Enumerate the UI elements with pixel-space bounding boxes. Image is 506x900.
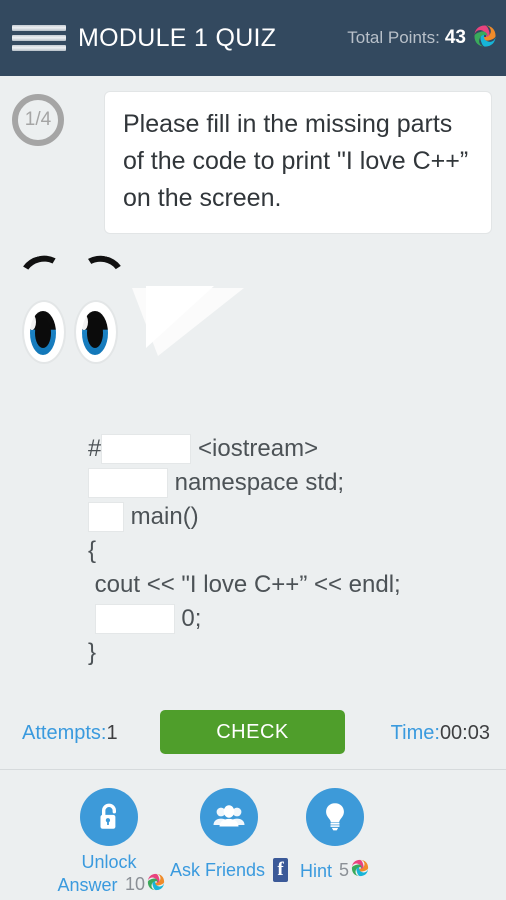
hamburger-bar [12, 25, 66, 31]
code-line-cout: cout << "I love C++” << endl; [88, 568, 488, 602]
page-title: MODULE 1 QUIZ [78, 23, 277, 52]
code-line-include: # <iostream> [88, 432, 488, 466]
code-line-main: main() [88, 500, 488, 534]
attempts-label: Attempts: [22, 722, 107, 744]
unlock-answer-label-line2: Answer [57, 874, 118, 895]
unlock-answer-action[interactable]: Unlock Answer 10 [52, 788, 166, 895]
code-editor: # <iostream> namespace std; main() { cou… [88, 432, 488, 670]
attempts-value: 1 [106, 722, 118, 744]
lightbulb-icon[interactable] [306, 788, 364, 846]
hamburger-bar [12, 45, 66, 51]
app-header: MODULE 1 QUIZ Total Points: 43 [0, 0, 506, 76]
hint-label-row: Hint 5 [300, 858, 370, 883]
timer: Time:00:03 [391, 722, 490, 745]
unlock-answer-label: Unlock [52, 850, 166, 874]
hint-cost: 5 [339, 860, 350, 880]
eyebrow-right-icon [77, 251, 129, 287]
help-actions-bar: Unlock Answer 10 Ask Friends f Hint 5 [0, 770, 506, 900]
eye-glint [80, 314, 88, 330]
unlock-answer-label-line1: Unlock [81, 852, 137, 872]
code-line-using: namespace std; [88, 466, 488, 500]
code-text-prefix: { [88, 537, 97, 564]
mascot-face [0, 250, 160, 386]
code-blank-main[interactable] [88, 502, 124, 532]
code-text-suffix: namespace std; [168, 469, 345, 496]
ask-friends-label: Ask Friends [170, 860, 266, 880]
code-text-suffix: 0; [174, 605, 202, 632]
eye-glint [28, 314, 36, 330]
total-points-value: 43 [444, 27, 466, 48]
code-text-suffix: main() [124, 503, 199, 530]
eye-left-icon [22, 300, 66, 364]
code-text-prefix [88, 602, 95, 636]
code-line-close-brace: } [88, 636, 488, 670]
code-text-prefix: cout << "I love C++” << endl; [88, 571, 401, 598]
code-text-suffix: <iostream> [191, 435, 319, 462]
instruction-text: Please fill in the missing parts of the … [123, 110, 469, 212]
unlock-answer-cost-row: Answer 10 [52, 872, 166, 897]
check-button-label: CHECK [216, 720, 289, 743]
eye-right-icon [74, 300, 118, 364]
controls-row: Attempts:1 CHECK Time:00:03 [0, 706, 506, 768]
instruction-speech-bubble: Please fill in the missing parts of the … [104, 91, 492, 234]
hint-label: Hint [299, 860, 332, 881]
code-text-prefix: } [88, 639, 97, 666]
timer-label: Time: [390, 722, 440, 744]
coin-swirl-icon [146, 872, 166, 897]
code-blank-include[interactable] [101, 434, 192, 464]
pupil [87, 318, 103, 348]
coin-swirl-icon [472, 23, 498, 54]
unlock-padlock-icon[interactable] [80, 788, 138, 846]
ask-friends-action[interactable]: Ask Friends f [170, 788, 288, 882]
ask-friends-label-row: Ask Friends f [170, 858, 288, 882]
code-text-prefix: # [88, 435, 102, 462]
coin-swirl-icon [350, 858, 370, 883]
code-blank-using[interactable] [88, 468, 168, 498]
code-line-return: 0; [88, 602, 488, 636]
total-points-label: Total Points: [347, 28, 440, 47]
facebook-icon[interactable]: f [273, 858, 288, 882]
quiz-stage: 1/4 Please fill in the missing parts of … [0, 76, 506, 900]
hint-action[interactable]: Hint 5 [300, 788, 370, 881]
hamburger-bar [12, 35, 66, 41]
check-button[interactable]: CHECK [160, 710, 345, 754]
timer-value: 00:03 [439, 722, 490, 744]
pupil [35, 318, 51, 348]
unlock-answer-cost: 10 [124, 874, 145, 894]
total-points: Total Points: 43 [347, 0, 498, 76]
hamburger-menu-icon[interactable] [12, 25, 66, 51]
code-blank-return[interactable] [94, 604, 175, 634]
people-group-icon[interactable] [200, 788, 258, 846]
question-progress-badge: 1/4 [12, 94, 64, 146]
code-line-open-brace: { [88, 534, 488, 568]
eyebrow-left-icon [15, 250, 67, 288]
attempts-counter: Attempts:1 [22, 722, 118, 745]
